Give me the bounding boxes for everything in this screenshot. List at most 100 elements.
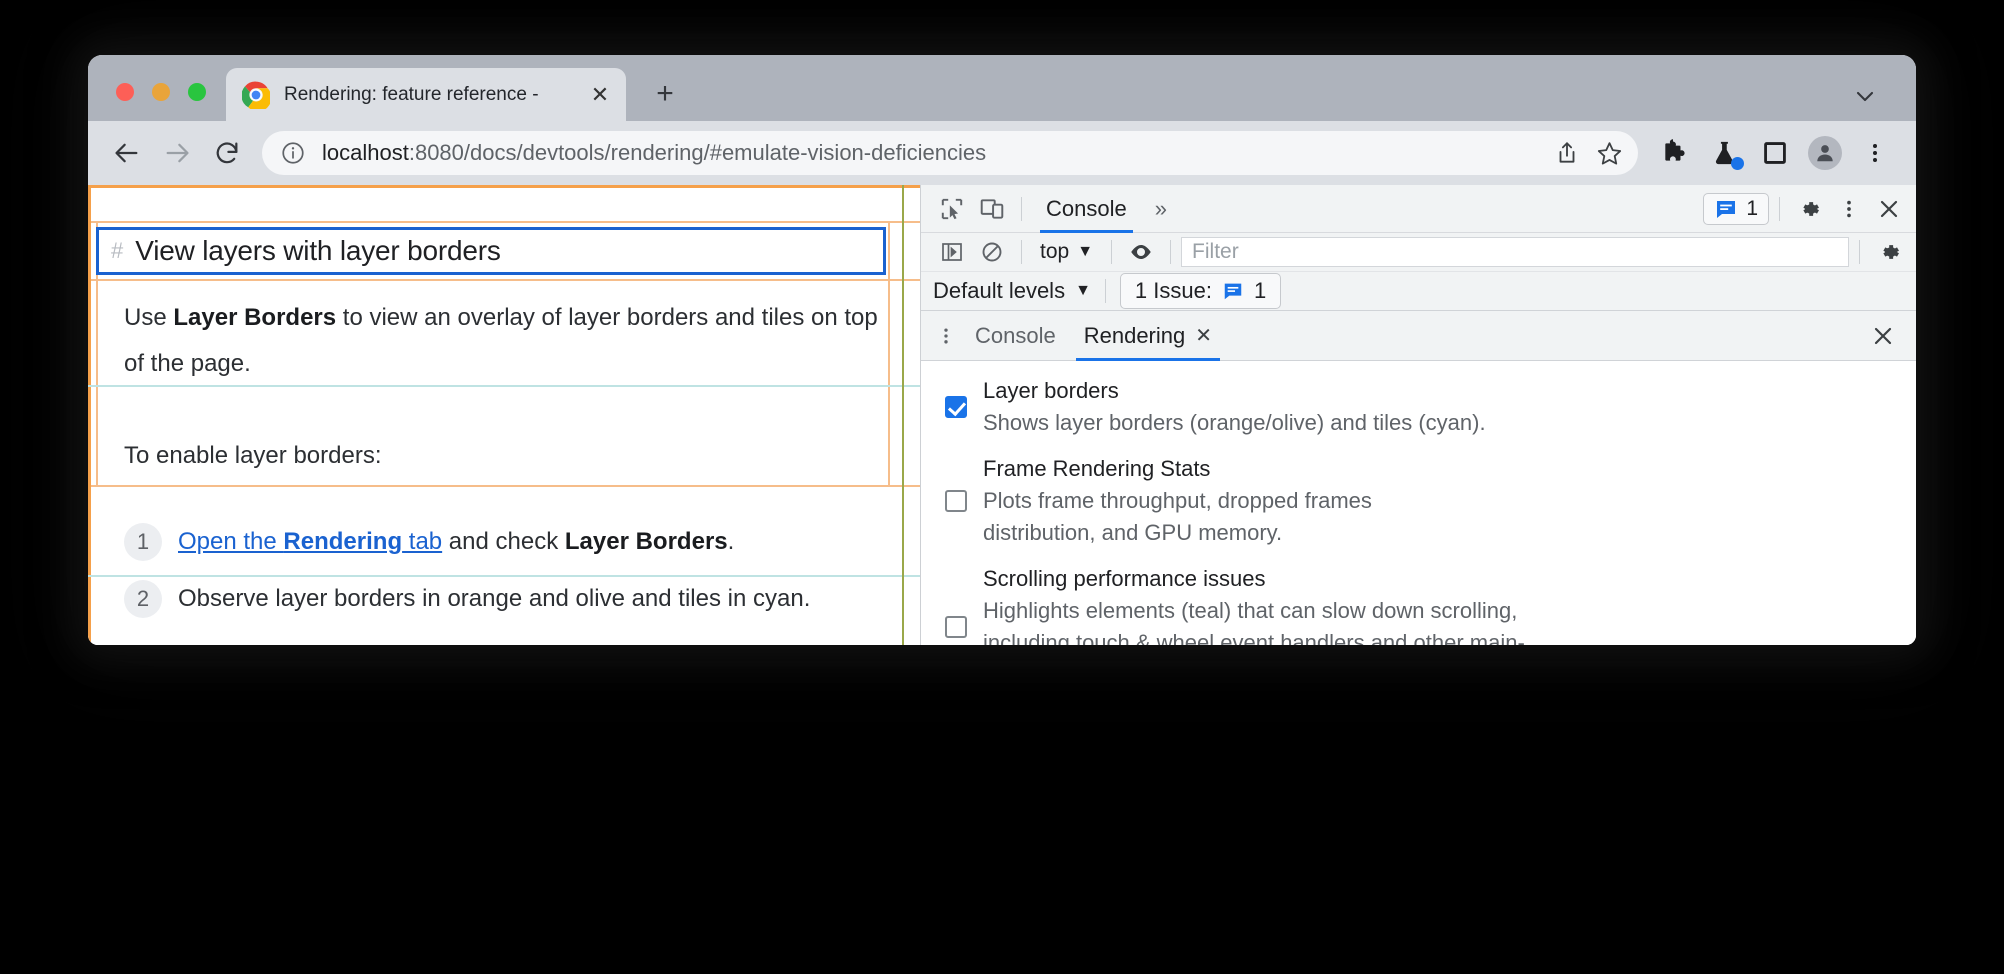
flask-icon[interactable] (1702, 130, 1748, 176)
page-title: View layers with layer borders (135, 235, 501, 266)
levelbar-divider (1104, 279, 1106, 304)
checkbox[interactable] (945, 616, 967, 639)
issues-pill-count: 1 (1253, 278, 1267, 304)
new-tab-button[interactable]: + (648, 77, 682, 111)
toolbar-divider (1779, 196, 1780, 221)
address-bar[interactable]: localhost:8080/docs/devtools/rendering/#… (262, 131, 1638, 175)
devtools-panel: Console » 1 top ▼ Filter Default levels … (920, 185, 1916, 645)
inline-link[interactable]: Rendering (283, 528, 402, 555)
list-item-text: Observe layer borders in orange and oliv… (178, 585, 811, 612)
rendering-options-list: Layer borders Shows layer borders (orang… (921, 361, 1916, 645)
minimize-window-button[interactable] (152, 83, 170, 101)
back-arrow-icon[interactable] (104, 130, 150, 176)
three-dot-menu-icon[interactable] (931, 317, 961, 355)
issues-pill-label: 1 Issue: (1134, 278, 1212, 304)
paragraph-1: Use Layer Borders to view an overlay of … (124, 304, 878, 377)
avatar-icon (1808, 136, 1842, 170)
inline-link[interactable]: tab (402, 528, 442, 555)
list-item-number: 1 (124, 523, 162, 561)
close-window-button[interactable] (116, 83, 134, 101)
screenshot-backdrop: Rendering: feature reference - ✕ + local… (0, 0, 2004, 974)
issue-speech-bubble-icon (1222, 280, 1244, 302)
maximize-window-button[interactable] (188, 83, 206, 101)
toolbar-divider (1021, 196, 1022, 221)
three-dot-menu-icon[interactable] (1830, 190, 1868, 228)
close-icon[interactable] (1870, 190, 1908, 228)
puzzle-icon[interactable] (1652, 130, 1698, 176)
device-toolbar-icon[interactable] (973, 190, 1011, 228)
console-context-selector[interactable]: top ▼ (1032, 240, 1101, 264)
drawer-tab-label: Rendering (1083, 322, 1186, 348)
inspect-cursor-icon[interactable] (933, 190, 971, 228)
drawer-tab-console[interactable]: Console (961, 311, 1070, 361)
star-icon[interactable] (1588, 132, 1630, 174)
rendering-option-text: Frame Rendering Stats Plots frame throug… (983, 453, 1453, 549)
chevron-down-icon[interactable] (1848, 79, 1882, 113)
page-heading: # View layers with layer borders (96, 227, 886, 275)
checkbox[interactable] (945, 396, 967, 419)
rendering-option-title: Scrolling performance issues (983, 566, 1266, 592)
three-dot-menu-icon[interactable] (1852, 130, 1898, 176)
chrome-logo-icon (241, 81, 272, 111)
issues-badge[interactable]: 1 (1703, 192, 1769, 225)
heading-anchor-icon[interactable]: # (111, 238, 123, 264)
rendering-option-text: Scrolling performance issues Highlights … (983, 563, 1583, 645)
avatar[interactable] (1802, 130, 1848, 176)
checkbox[interactable] (945, 490, 967, 513)
experiments-badge-dot (1731, 157, 1744, 170)
drawer-tab-rendering[interactable]: Rendering ✕ (1070, 311, 1226, 361)
browser-toolbar: localhost:8080/docs/devtools/rendering/#… (88, 121, 1916, 185)
paragraph-2: To enable layer borders: (124, 442, 382, 469)
address-bar-url[interactable]: localhost:8080/docs/devtools/rendering/#… (322, 140, 1546, 166)
drawer-tab-label: Console (975, 322, 1056, 348)
url-host: localhost (322, 140, 409, 165)
web-page-viewport[interactable]: # View layers with layer borders Use Lay… (88, 185, 920, 645)
issues-summary-pill[interactable]: 1 Issue: 1 (1119, 273, 1282, 310)
issue-speech-bubble-icon (1714, 197, 1738, 221)
devtools-main-toolbar: Console » 1 (921, 185, 1916, 233)
filter-placeholder: Filter (1192, 240, 1239, 263)
console-level-bar: Default levels ▼ 1 Issue: 1 (921, 272, 1916, 312)
list-item-number: 2 (124, 580, 162, 618)
share-icon[interactable] (1546, 132, 1588, 174)
console-filter-bar: top ▼ Filter (921, 233, 1916, 272)
clear-console-icon[interactable] (973, 233, 1011, 271)
page-content: # View layers with layer borders Use Lay… (88, 185, 920, 645)
eye-icon[interactable] (1122, 233, 1160, 271)
search-input[interactable]: Filter (1181, 237, 1849, 267)
rendering-option-description: Highlights elements (teal) that can slow… (983, 598, 1525, 645)
reload-icon[interactable] (204, 130, 250, 176)
rendering-option-title: Layer borders (983, 378, 1119, 404)
side-panel-icon[interactable] (1752, 130, 1798, 176)
tab-close-button[interactable]: ✕ (586, 81, 614, 109)
tab-console[interactable]: Console (1032, 185, 1141, 233)
log-levels-dropdown[interactable]: Default levels ▼ (933, 278, 1105, 304)
filterbar-divider (1170, 240, 1172, 264)
info-circle-icon[interactable] (280, 140, 306, 166)
tab-strip: Rendering: feature reference - ✕ + (88, 55, 1916, 121)
log-levels-label: Default levels (933, 278, 1066, 304)
context-label: top (1040, 240, 1070, 263)
filterbar-divider (1021, 240, 1022, 264)
drawer-tab-bar: Console Rendering ✕ (921, 311, 1916, 362)
chevron-down-icon: ▼ (1077, 243, 1094, 260)
rendering-option-description: Plots frame throughput, dropped frames d… (983, 488, 1372, 546)
issues-count: 1 (1746, 196, 1758, 220)
rendering-option[interactable]: Layer borders Shows layer borders (orang… (939, 375, 1898, 439)
console-sidebar-icon[interactable] (933, 233, 971, 271)
forward-arrow-icon[interactable] (154, 130, 200, 176)
list-item-text: Open the Rendering tab and check Layer B… (178, 528, 735, 555)
rendering-option[interactable]: Frame Rendering Stats Plots frame throug… (939, 453, 1898, 549)
close-icon[interactable] (1864, 317, 1902, 355)
browser-tab[interactable]: Rendering: feature reference - ✕ (226, 68, 626, 121)
gear-icon[interactable] (1870, 233, 1908, 271)
gear-icon[interactable] (1790, 190, 1828, 228)
list-item: 1 Open the Rendering tab and check Layer… (124, 523, 910, 561)
list-item: 2 Observe layer borders in orange and ol… (124, 580, 910, 618)
close-icon[interactable]: ✕ (1195, 323, 1212, 348)
browser-window: Rendering: feature reference - ✕ + local… (88, 55, 1916, 645)
rendering-option[interactable]: Scrolling performance issues Highlights … (939, 563, 1898, 645)
inline-link[interactable]: Open the (178, 528, 283, 555)
tab-title: Rendering: feature reference - (284, 83, 539, 105)
more-tabs-icon[interactable]: » (1143, 196, 1179, 222)
